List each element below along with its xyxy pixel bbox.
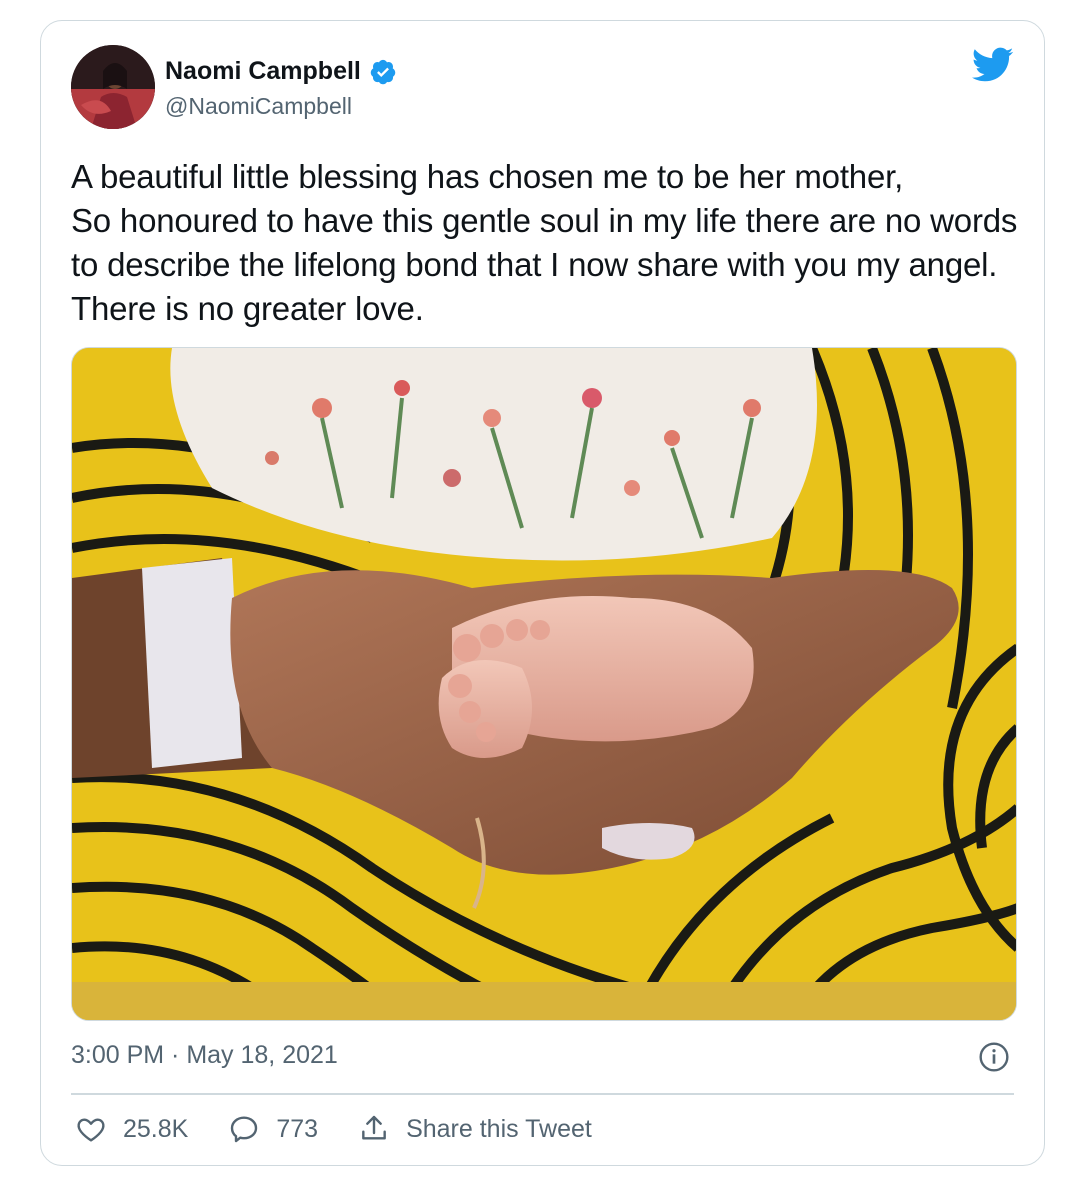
heart-icon [77, 1118, 105, 1142]
tweet-timestamp[interactable]: 3:00 PM · May 18, 2021 [71, 1041, 338, 1070]
avatar[interactable] [71, 45, 155, 129]
reply-count: 773 [276, 1114, 319, 1143]
like-count: 25.8K [123, 1114, 189, 1143]
twitter-bird-icon[interactable] [972, 47, 1014, 83]
like-button[interactable]: 25.8K [75, 1113, 188, 1145]
verified-badge-icon [370, 59, 396, 84]
divider [71, 1093, 1014, 1095]
share-label: Share this Tweet [406, 1114, 592, 1143]
reply-button[interactable]: 773 [228, 1113, 318, 1145]
share-icon [362, 1115, 386, 1140]
tweet-photo[interactable] [71, 347, 1017, 1021]
tweet-text: A beautiful little blessing has chosen m… [71, 158, 1018, 327]
tweet-actions: 25.8K 773 Share this Tweet [75, 1113, 632, 1145]
share-button[interactable]: Share this Tweet [358, 1113, 592, 1145]
author-handle[interactable]: @NaomiCampbell [165, 93, 352, 120]
avatar-image [71, 45, 155, 129]
info-icon[interactable] [978, 1041, 1010, 1073]
tweet-card[interactable]: Naomi Campbell @NaomiCampbell A beautifu… [40, 20, 1045, 1166]
reply-bubble-icon [231, 1116, 258, 1143]
author-name[interactable]: Naomi Campbell [165, 57, 361, 86]
baby-feet-photo [72, 348, 1016, 1020]
